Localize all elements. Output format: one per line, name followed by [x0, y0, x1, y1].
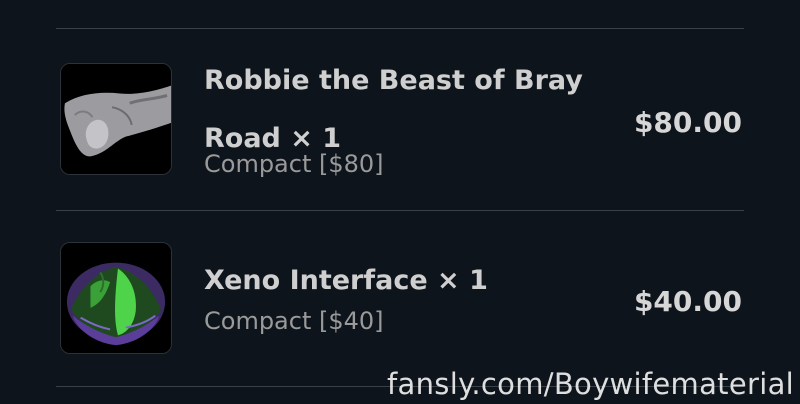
item-title: Xeno Interface × 1: [204, 265, 488, 296]
top-divider: [56, 28, 744, 29]
green-purple-sculpted-product-image: [61, 243, 171, 353]
item-divider: [56, 210, 744, 211]
item-variant: Compact [$40]: [204, 307, 384, 335]
item-price: $40.00: [633, 285, 742, 318]
product-thumbnail[interactable]: [60, 63, 172, 175]
order-summary: Robbie the Beast of Bray Road × 1 Compac…: [0, 0, 800, 404]
item-variant: Compact [$80]: [204, 150, 384, 178]
product-thumbnail[interactable]: [60, 242, 172, 354]
item-price: $80.00: [633, 106, 742, 139]
gray-sculpted-product-image: [61, 64, 171, 174]
watermark: fansly.com/Boywifematerial: [387, 367, 794, 401]
